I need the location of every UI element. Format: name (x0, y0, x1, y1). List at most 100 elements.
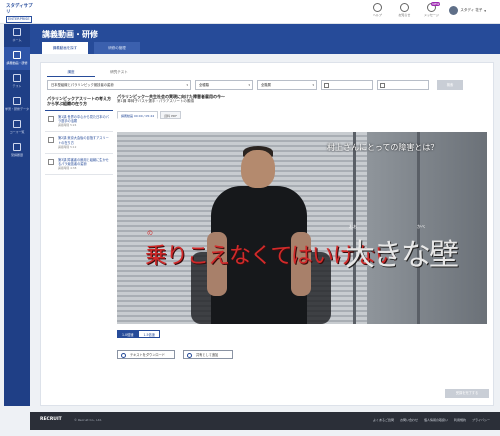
calendar-icon (324, 83, 329, 88)
grid-icon (13, 120, 21, 128)
footer-link[interactable]: お問い合わせ (400, 418, 418, 422)
content-card: 講座 研究テスト 日本型組織とパラリンピック競技者の姿勢 ▾ 全種類 ▾ 全階層… (40, 62, 494, 406)
user-name: スタディ 花子 (460, 8, 483, 12)
search-button[interactable]: 検索 (437, 80, 463, 90)
download-text-button[interactable]: テキストをダウンロード (117, 350, 175, 359)
sidebar-item-courses[interactable]: コース一覧 (4, 116, 30, 139)
episode-title: 第1講 車椅子バスケ選手・パラアスリートの素顔 (117, 99, 194, 103)
footer: RECRUIT © Recruit Co., Ltd. よくあるご質問 お問い合… (30, 412, 500, 430)
type-select-value: 全種類 (199, 83, 209, 87)
sidebar-item-tests[interactable]: テスト (4, 70, 30, 93)
notice-button[interactable]: お知らせ (395, 3, 413, 17)
footer-links: よくあるご質問 お問い合わせ 個人情報の取扱い 利用規約 プライバシー (373, 418, 490, 422)
sidebar-item-label: 講義動画・研修 (6, 61, 28, 65)
list-item-title: 第2講 東京大会後の目指すアスリートの在り方 (58, 136, 109, 145)
sidebar-item-label: 受講履歴 (10, 153, 23, 157)
list-item[interactable]: 第2講 東京大会後の目指すアスリートの在り方 講義時間 5:12 (45, 132, 113, 154)
level-select-value: 全階層 (261, 83, 271, 87)
complete-lecture-button[interactable]: 受講を完了する (445, 389, 489, 398)
video-tabs: 講義動画 00:00 / 05:24 資料 PDF (117, 111, 181, 119)
course-select[interactable]: 日本型組織とパラリンピック競技者の姿勢 ▾ (47, 80, 191, 90)
home-icon (13, 28, 21, 36)
chart-icon (13, 97, 21, 105)
chevron-down-icon: ▾ (312, 83, 314, 87)
list-item[interactable]: 第1講 世界の中心から見た日本のパラ選手の活躍 講義時間 5:24 (45, 111, 113, 133)
sidebar-item-data[interactable]: 学習・研修データ (4, 93, 30, 116)
tab-courses[interactable]: 講座 (47, 67, 95, 77)
logo-text: スタディサプリ (6, 4, 33, 15)
page-title: 講義動画・研修 (42, 30, 98, 39)
test-icon (13, 74, 21, 82)
playback-speed-toggle: 1.0倍速 1.5倍速 (117, 330, 160, 338)
footer-link[interactable]: プライバシー (472, 418, 490, 422)
tab-video[interactable]: 講義動画 00:00 / 05:24 (117, 111, 159, 119)
list-item[interactable]: 第3講 障害者の雇用と組織に生かせるパラ競技者の姿勢 講義時間 4:38 (45, 154, 113, 176)
list-item-duration: 講義時間 4:38 (58, 166, 77, 171)
share-icon (187, 352, 192, 358)
notice-label: お知らせ (398, 13, 411, 17)
checkbox[interactable] (48, 158, 54, 165)
type-select[interactable]: 全種類 ▾ (195, 80, 253, 90)
sidebar-item-label: ホーム (12, 38, 22, 42)
copyright: © Recruit Co., Ltd. (74, 418, 102, 422)
new-badge: NEW (431, 2, 441, 6)
chevron-down-icon: ▾ (186, 83, 188, 87)
tab-search-lectures[interactable]: 講義動画を探す (42, 42, 88, 54)
lecture-pane: パラリンピック～共生社会の実現に向けた障害者雇用の今～ 第1講 車椅子バスケ選手… (117, 94, 489, 404)
course-list-header: パラリンピックアスリートの考え方から学ぶ組織の在り方 (45, 94, 113, 111)
tab-research-test[interactable]: 研究テスト (95, 67, 143, 77)
tab-manage-training[interactable]: 研修の管理 (94, 42, 140, 54)
tab-material[interactable]: 資料 PDF (160, 111, 181, 119)
sidebar-item-label: コース一覧 (9, 130, 25, 134)
chevron-down-icon: ▾ (248, 83, 250, 87)
footer-link[interactable]: よくあるご質問 (373, 418, 394, 422)
help-icon (372, 3, 382, 12)
video-icon (13, 51, 21, 59)
caption-ruby: の (147, 230, 154, 237)
level-select[interactable]: 全階層 ▾ (257, 80, 317, 90)
add-share-button[interactable]: 共有として追加 (183, 350, 233, 359)
list-item-duration: 講義時間 5:24 (58, 123, 77, 128)
video-caption-emphasis: 大きな壁 (345, 238, 459, 273)
sub-tabs: 講座 研究テスト (47, 67, 143, 77)
people-icon (13, 143, 21, 151)
footer-link[interactable]: 利用規約 (454, 418, 466, 422)
logo-subtext: ENTERPRISE (6, 16, 32, 23)
bell-icon (399, 3, 409, 12)
list-item-title: 第3講 障害者の雇用と組織に生かせるパラ競技者の姿勢 (58, 157, 109, 167)
speed-option[interactable]: 1.0倍速 (117, 330, 139, 338)
download-text-label: テキストをダウンロード (130, 353, 165, 357)
sidebar-item-history[interactable]: 受講履歴 (4, 139, 30, 162)
video-player[interactable]: 村上さんにとっての障害とは？ の おお かべ 乗りこえなくてはいけない 大きな壁 (117, 132, 487, 324)
video-caption-question: 村上さんにとっての障害とは？ (327, 143, 439, 152)
start-date-input[interactable] (321, 80, 373, 90)
sidebar: ホーム 講義動画・研修 テスト 学習・研修データ コース一覧 受講履歴 (4, 24, 30, 406)
sidebar-item-home[interactable]: ホーム (4, 24, 30, 47)
course-list: パラリンピックアスリートの考え方から学ぶ組織の在り方 第1講 世界の中心から見た… (45, 94, 113, 364)
list-item-title: 第1講 世界の中心から見た日本のパラ選手の活躍 (58, 115, 109, 124)
footer-logo: RECRUIT (40, 417, 62, 422)
sidebar-item-lectures[interactable]: 講義動画・研修 (4, 47, 30, 70)
video-wall (367, 132, 487, 324)
sidebar-item-label: テスト (12, 84, 22, 88)
filter-bar: 日本型組織とパラリンピック競技者の姿勢 ▾ 全種類 ▾ 全階層 ▾ 検索 (47, 80, 489, 90)
footer-link[interactable]: 個人情報の取扱い (424, 418, 448, 422)
message-button[interactable]: NEW メッセージ (422, 2, 441, 17)
sidebar-item-label: 学習・研修データ (4, 107, 29, 111)
checkbox[interactable] (48, 137, 54, 144)
speaker-head (241, 150, 275, 188)
user-menu[interactable]: スタディ 花子 ▾ (449, 6, 486, 15)
help-button[interactable]: ヘルプ (368, 3, 386, 17)
list-item-duration: 講義時間 5:12 (58, 144, 77, 149)
help-label: ヘルプ (372, 13, 382, 17)
message-label: メッセージ (423, 13, 439, 17)
add-share-label: 共有として追加 (196, 353, 219, 357)
calendar-icon (380, 83, 385, 88)
page-header: 講義動画・研修 講義動画を探す 研修の管理 (30, 24, 500, 54)
end-date-input[interactable] (377, 80, 429, 90)
app-logo[interactable]: スタディサプリ ENTERPRISE (6, 4, 36, 23)
speed-option[interactable]: 1.5倍速 (138, 330, 160, 338)
top-header: スタディサプリ ENTERPRISE ヘルプ お知らせ NEW メッセージ スタ… (0, 0, 500, 24)
checkbox[interactable] (48, 116, 54, 122)
avatar (449, 6, 459, 15)
